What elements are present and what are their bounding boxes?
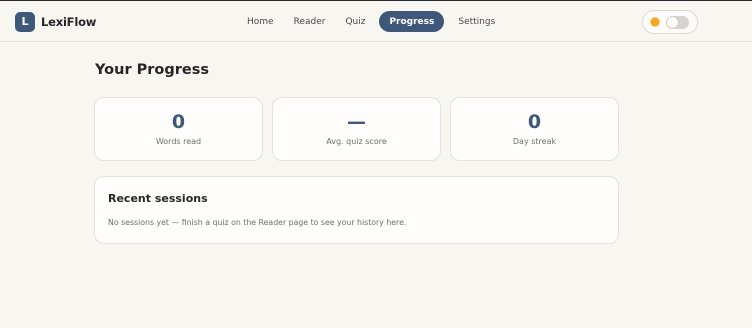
recent-sessions-empty-message: No sessions yet — finish a quiz on the R…	[108, 218, 407, 227]
recent-sessions-card: Recent sessions No sessions yet — finish…	[94, 176, 619, 244]
nav-home[interactable]: Home	[237, 11, 284, 32]
words-read-value: 0	[171, 111, 186, 133]
theme-toggle[interactable]	[642, 10, 698, 34]
page-title: Your Progress	[95, 62, 210, 78]
words-read-label: Words read	[155, 137, 202, 146]
main-nav: Home Reader Quiz Progress Settings	[237, 11, 505, 32]
stat-card-day-streak: 0 Day streak	[450, 97, 619, 161]
avg-quiz-score-label: Avg. quiz score	[326, 137, 387, 146]
app-logo[interactable]: L LexiFlow	[15, 11, 96, 32]
nav-reader[interactable]: Reader	[284, 11, 336, 32]
nav-progress[interactable]: Progress	[379, 11, 445, 32]
nav-settings[interactable]: Settings	[448, 11, 505, 32]
day-streak-label: Day streak	[512, 137, 557, 146]
avg-quiz-score-value: —	[347, 111, 366, 133]
app-name: LexiFlow	[41, 14, 97, 29]
logo-mark-icon: L	[15, 11, 35, 32]
stat-card-words-read: 0 Words read	[94, 97, 263, 161]
sun-icon	[651, 18, 659, 26]
nav-quiz[interactable]: Quiz	[335, 11, 375, 32]
top-bar: L LexiFlow Home Reader Quiz Progress Set…	[0, 0, 752, 42]
recent-sessions-title: Recent sessions	[108, 192, 208, 205]
day-streak-value: 0	[527, 111, 542, 133]
stat-card-avg-quiz-score: — Avg. quiz score	[272, 97, 441, 161]
switch-knob	[667, 16, 678, 28]
theme-switch[interactable]	[666, 15, 689, 29]
